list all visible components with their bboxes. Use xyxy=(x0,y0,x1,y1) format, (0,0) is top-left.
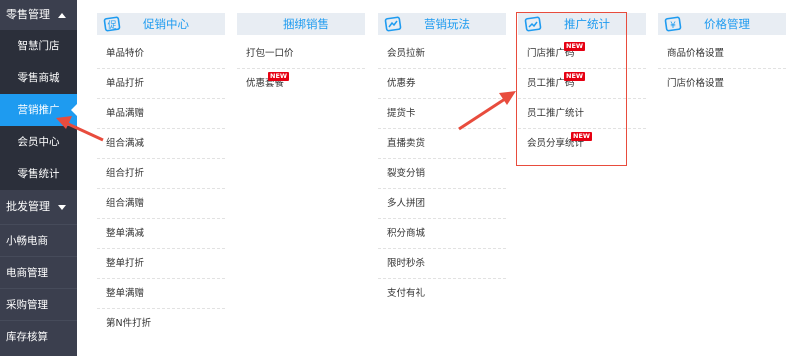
menu-link-label: 打包一口价 xyxy=(246,48,294,59)
menu-link[interactable]: 直播卖货 xyxy=(378,129,506,159)
active-indicator-icon xyxy=(71,104,77,116)
sidebar-item-member-center[interactable]: 会员中心 xyxy=(0,126,77,158)
sidebar-item-ecommerce-management[interactable]: 电商管理 xyxy=(0,256,77,288)
menu-link[interactable]: 整单满赠 xyxy=(97,279,225,309)
menu-link[interactable]: 优惠套餐 NEW xyxy=(237,69,365,98)
menu-link[interactable]: 限时秒杀 xyxy=(378,249,506,279)
sidebar-item-label: 小畅电商 xyxy=(6,235,48,247)
new-badge: NEW xyxy=(268,72,290,81)
menu-link-label: 单品打折 xyxy=(106,78,145,89)
menu-link-label: 会员拉新 xyxy=(387,48,426,59)
sidebar-item-retail-stats[interactable]: 零售统计 xyxy=(0,158,77,190)
menu-link[interactable]: 单品打折 xyxy=(97,69,225,99)
menu-link[interactable]: 多人拼团 xyxy=(378,189,506,219)
menu-link-label: 组合满赠 xyxy=(106,198,145,209)
menu-link-label: 裂变分销 xyxy=(387,168,426,179)
menu-link-label: 支付有礼 xyxy=(387,288,426,299)
sidebar-item-label: 零售商城 xyxy=(17,72,60,84)
sidebar-item-retail-mall[interactable]: 零售商城 xyxy=(0,62,77,94)
column-title: 价格管理 xyxy=(704,17,750,31)
wholesale-management-header[interactable]: 批发管理 xyxy=(0,192,77,222)
retail-management-header[interactable]: 零售管理 xyxy=(0,0,77,30)
menu-link[interactable]: 会员拉新 xyxy=(378,39,506,69)
menu-link-label: 第N件打折 xyxy=(106,318,152,329)
retail-management-label: 零售管理 xyxy=(6,8,50,21)
menu-link[interactable]: 整单满减 xyxy=(97,219,225,249)
menu-link[interactable]: 打包一口价 xyxy=(237,39,365,69)
menu-link-label: 限时秒杀 xyxy=(387,258,426,269)
column-title: 营销玩法 xyxy=(424,17,470,31)
sidebar-item-label: 采购管理 xyxy=(6,299,48,311)
menu-link-label: 多人拼团 xyxy=(387,198,426,209)
menu-link-label: 积分商城 xyxy=(387,228,426,239)
menu-link-label: 商品价格设置 xyxy=(667,48,725,59)
highlight-box xyxy=(516,12,627,166)
menu-link-label: 门店价格设置 xyxy=(667,78,725,89)
expand-arrow-icon xyxy=(58,204,66,210)
menu-column-promotion-center: 促 促销中心单品特价单品打折单品满赠组合满减组合打折组合满赠整单满减整单打折整单满… xyxy=(97,13,225,338)
menu-link[interactable]: 组合满减 xyxy=(97,129,225,159)
sidebar-item-inventory-accounting[interactable]: 库存核算 xyxy=(0,320,77,352)
menu-link[interactable]: 组合打折 xyxy=(97,159,225,189)
menu-link-label: 整单打折 xyxy=(106,258,145,269)
menu-link-label: 单品特价 xyxy=(106,48,145,59)
sidebar-item-label: 零售统计 xyxy=(17,168,60,180)
sidebar-item-smart-store[interactable]: 智慧门店 xyxy=(0,30,77,62)
menu-link-label: 直播卖货 xyxy=(387,138,426,149)
column-header-promotion-center: 促 促销中心 xyxy=(97,13,225,35)
sidebar-item-label: 会员中心 xyxy=(17,136,60,148)
menu-link[interactable]: 第N件打折 xyxy=(97,309,225,338)
menu-link-label: 整单满赠 xyxy=(106,288,145,299)
menu-link[interactable]: 提货卡 xyxy=(378,99,506,129)
menu-link-label: 单品满赠 xyxy=(106,108,145,119)
menu-link-label: 提货卡 xyxy=(387,108,416,119)
menu-link[interactable]: 优惠券 xyxy=(378,69,506,99)
svg-text:¥: ¥ xyxy=(670,21,676,31)
collapse-arrow-icon xyxy=(58,12,66,18)
sidebar-item-label: 智慧门店 xyxy=(17,40,60,52)
menu-link-label: 整单满减 xyxy=(106,228,145,239)
menu-link-label: 优惠券 xyxy=(387,78,416,89)
sidebar-item-label: 营销推广 xyxy=(17,104,60,116)
sidebar-item-label: 电商管理 xyxy=(6,267,48,279)
sidebar-item-marketing[interactable]: 营销推广 xyxy=(0,94,77,126)
menu-link[interactable]: 单品特价 xyxy=(97,39,225,69)
menu-link[interactable]: 积分商城 xyxy=(378,219,506,249)
svg-text:促: 促 xyxy=(107,19,116,31)
menu-link[interactable]: 商品价格设置 xyxy=(658,39,786,69)
column-header-price-management: ¥ 价格管理 xyxy=(658,13,786,35)
sidebar: 零售管理 智慧门店 零售商城 营销推广 会员中心 零售统计 批发管理 小畅电商 … xyxy=(0,0,77,356)
column-title: 捆绑销售 xyxy=(283,17,329,31)
wholesale-management-label: 批发管理 xyxy=(6,200,50,213)
menu-link[interactable]: 组合满赠 xyxy=(97,189,225,219)
column-header-bundle-sales: 捆绑销售 xyxy=(237,13,365,35)
sidebar-item-purchase-management[interactable]: 采购管理 xyxy=(0,288,77,320)
sidebar-item-xiaochang-ecommerce[interactable]: 小畅电商 xyxy=(0,224,77,256)
menu-link[interactable]: 门店价格设置 xyxy=(658,69,786,98)
menu-column-marketing-play: 营销玩法会员拉新优惠券提货卡直播卖货裂变分销多人拼团积分商城限时秒杀支付有礼 xyxy=(378,13,506,308)
menu-link[interactable]: 整单打折 xyxy=(97,249,225,279)
menu-column-price-management: ¥ 价格管理商品价格设置 门店价格设置 xyxy=(658,13,786,98)
menu-link[interactable]: 单品满赠 xyxy=(97,99,225,129)
menu-link[interactable]: 支付有礼 xyxy=(378,279,506,308)
column-title: 促销中心 xyxy=(143,17,189,31)
menu-link-label: 组合打折 xyxy=(106,168,145,179)
menu-link[interactable]: 裂变分销 xyxy=(378,159,506,189)
sidebar-item-label: 库存核算 xyxy=(6,331,48,343)
column-header-marketing-play: 营销玩法 xyxy=(378,13,506,35)
menu-column-bundle-sales: 捆绑销售打包一口价优惠套餐 NEW xyxy=(237,13,365,98)
menu-link-label: 组合满减 xyxy=(106,138,145,149)
